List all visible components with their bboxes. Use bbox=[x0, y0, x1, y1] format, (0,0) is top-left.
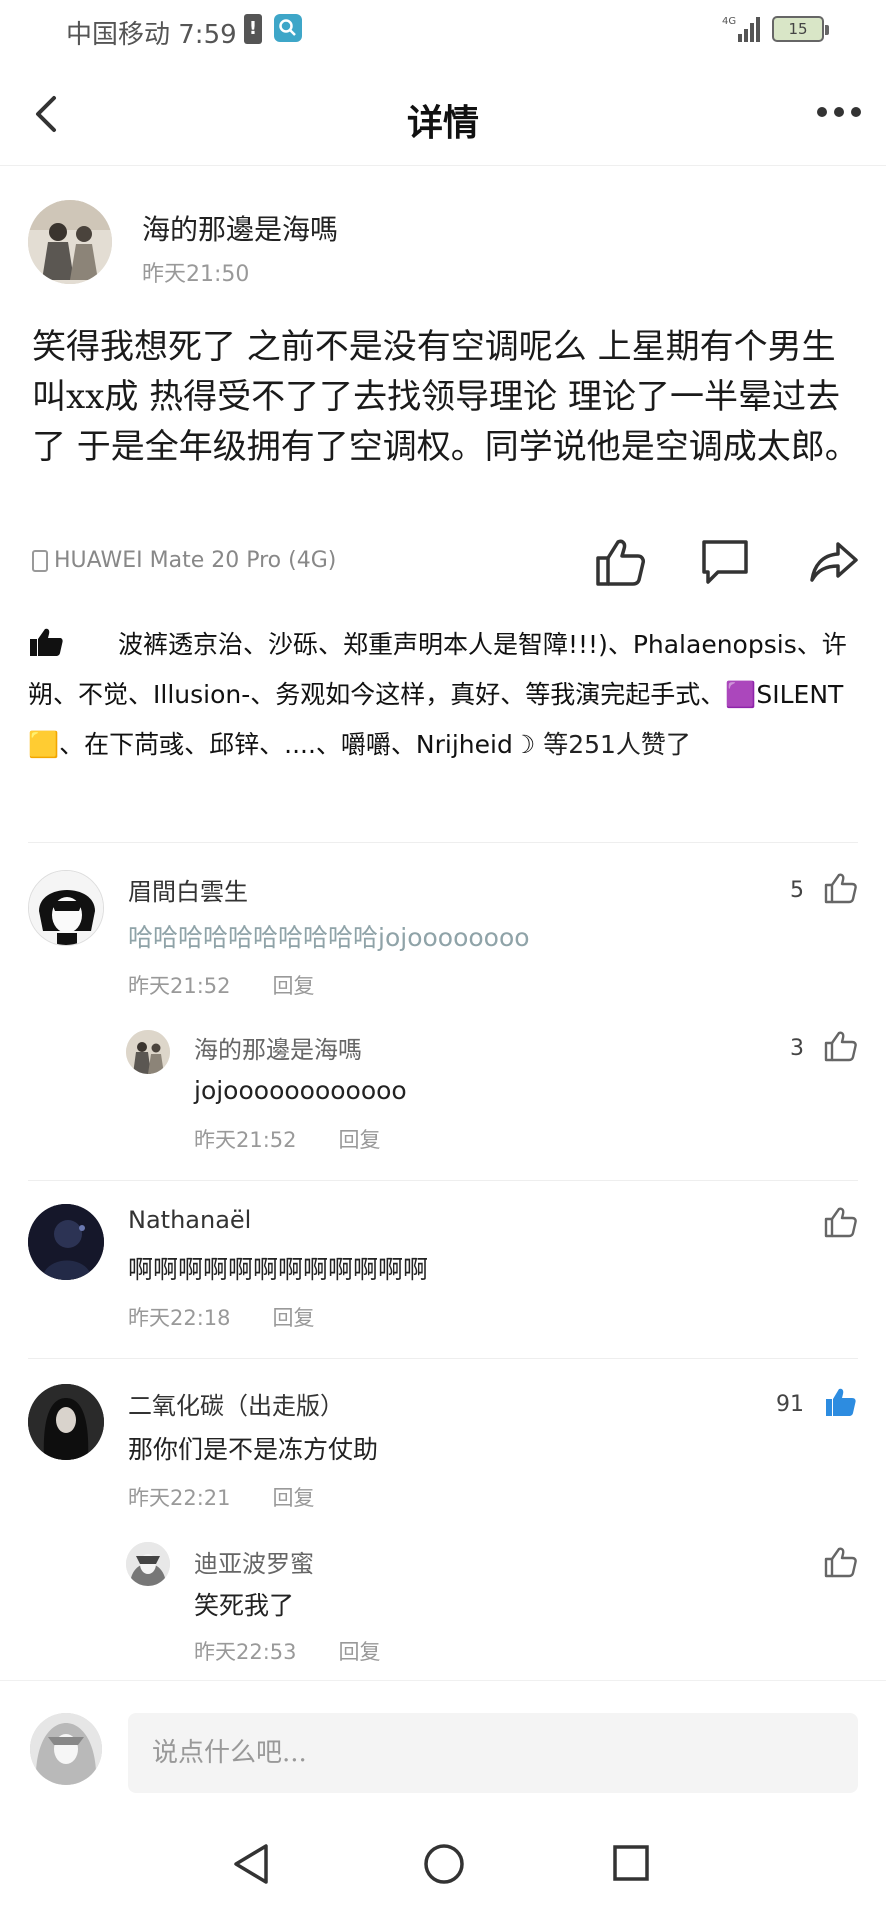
commenter-avatar[interactable] bbox=[28, 870, 104, 946]
reply-button[interactable]: 回复 bbox=[273, 1306, 315, 1330]
replier-name[interactable]: 海的那邊是海嗎 bbox=[194, 1030, 362, 1065]
svg-text:4G: 4G bbox=[722, 16, 736, 27]
like-count: 3 bbox=[790, 1036, 804, 1061]
my-avatar[interactable] bbox=[30, 1713, 102, 1785]
device-label: HUAWEI Mate 20 Pro (4G) bbox=[32, 548, 336, 578]
commenter-avatar[interactable] bbox=[28, 1204, 104, 1280]
liker-names[interactable]: 波裤透京治、沙砾、郑重声明本人是智障!!!)、Phalaenopsis、许朔、不… bbox=[28, 630, 847, 759]
reply-button[interactable]: 回复 bbox=[273, 974, 315, 998]
comment-icon[interactable] bbox=[700, 538, 750, 586]
top-nav-bar: 详情 bbox=[0, 64, 886, 166]
divider bbox=[28, 1180, 858, 1181]
thumbs-up-icon[interactable] bbox=[824, 1206, 858, 1238]
thumbs-up-icon[interactable] bbox=[824, 1546, 858, 1578]
comment-input-bar bbox=[0, 1680, 886, 1800]
thumbs-up-filled-icon bbox=[30, 628, 63, 656]
comment-meta: 昨天22:21 回复 bbox=[128, 1482, 315, 1512]
comment-time: 昨天22:21 bbox=[128, 1486, 231, 1510]
post-content: 笑得我想死了 之前不是没有空调呢么 上星期有个男生叫xx成 热得受不了了去找领导… bbox=[32, 327, 859, 467]
comment-time: 昨天22:18 bbox=[128, 1306, 231, 1330]
post-author-avatar[interactable] bbox=[28, 200, 112, 284]
thumbs-up-icon[interactable] bbox=[594, 536, 646, 588]
reply-text: 笑死我了 bbox=[194, 1591, 295, 1620]
commenter-avatar[interactable] bbox=[28, 1384, 104, 1460]
post-author-name[interactable]: 海的那邊是海嗎 bbox=[142, 208, 338, 248]
nav-back-icon[interactable] bbox=[232, 1842, 272, 1886]
replier-avatar[interactable] bbox=[126, 1542, 170, 1586]
page-title: 详情 bbox=[406, 103, 479, 144]
thumbs-up-icon[interactable] bbox=[824, 1030, 858, 1062]
comment-meta: 昨天22:18 回复 bbox=[128, 1302, 315, 1332]
nav-home-icon[interactable] bbox=[422, 1842, 466, 1886]
system-nav-bar bbox=[0, 1820, 886, 1920]
comment-time: 昨天21:52 bbox=[128, 974, 231, 998]
thumbs-up-liked-icon[interactable] bbox=[824, 1386, 858, 1418]
comment-meta: 昨天21:52 回复 bbox=[128, 970, 315, 1000]
comment-text: 那你们是不是冻方仗助 bbox=[128, 1435, 379, 1464]
reply-meta: 昨天22:53 回复 bbox=[194, 1636, 381, 1666]
reply-button[interactable]: 回复 bbox=[339, 1640, 381, 1664]
reply-text: jojoooooooooooo bbox=[194, 1076, 407, 1105]
commenter-name[interactable]: Nathanaël bbox=[128, 1206, 251, 1234]
replier-avatar[interactable] bbox=[126, 1030, 170, 1074]
reply-time: 昨天22:53 bbox=[194, 1640, 297, 1664]
commenter-name[interactable]: 二氧化碳（出走版） bbox=[128, 1386, 344, 1421]
divider bbox=[28, 842, 858, 843]
reply-meta: 昨天21:52 回复 bbox=[194, 1124, 381, 1154]
divider bbox=[28, 1358, 858, 1359]
more-dots-icon[interactable] bbox=[816, 104, 862, 120]
share-icon[interactable] bbox=[808, 538, 860, 586]
reply-button[interactable]: 回复 bbox=[339, 1128, 381, 1152]
signal-icon: 4G bbox=[722, 16, 760, 42]
thumbs-up-icon[interactable] bbox=[824, 872, 858, 904]
comment-text: 哈哈哈哈哈哈哈哈哈哈jojoooooooo bbox=[128, 923, 530, 952]
like-count: 5 bbox=[790, 878, 804, 903]
like-count: 91 bbox=[776, 1392, 804, 1417]
likes-list: 波裤透京治、沙砾、郑重声明本人是智障!!!)、Phalaenopsis、许朔、不… bbox=[28, 620, 864, 770]
replier-name[interactable]: 迪亚波罗蜜 bbox=[194, 1544, 314, 1579]
nav-recent-apps-icon[interactable] bbox=[612, 1844, 650, 1882]
device-name: HUAWEI Mate 20 Pro (4G) bbox=[54, 548, 337, 573]
comment-text: 啊啊啊啊啊啊啊啊啊啊啊啊 bbox=[128, 1255, 429, 1284]
alert-icon: ! bbox=[244, 14, 262, 44]
reply-button[interactable]: 回复 bbox=[273, 1486, 315, 1510]
comment-input[interactable] bbox=[128, 1713, 858, 1793]
battery-icon: 15 bbox=[772, 16, 829, 42]
status-bar: 中国移动 7:59 ! 4G 15 bbox=[0, 0, 886, 64]
like-count-text[interactable]: 等251人赞了 bbox=[535, 730, 691, 759]
post-time: 昨天21:50 bbox=[142, 262, 250, 287]
phone-icon bbox=[32, 550, 48, 572]
search-app-icon bbox=[274, 14, 302, 42]
commenter-name[interactable]: 眉間白雲生 bbox=[128, 872, 248, 907]
reply-time: 昨天21:52 bbox=[194, 1128, 297, 1152]
carrier-time: 中国移动 7:59 bbox=[66, 20, 237, 50]
